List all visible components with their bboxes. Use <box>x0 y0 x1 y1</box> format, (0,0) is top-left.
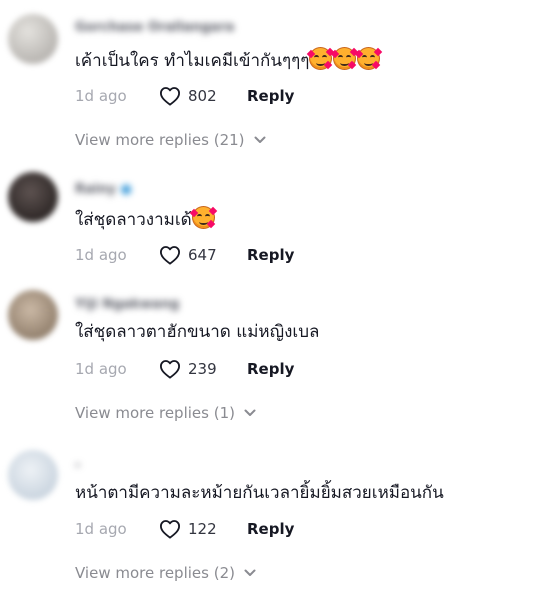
like-count: 122 <box>188 520 217 538</box>
heart-icon <box>160 520 180 539</box>
heart-icon <box>160 87 180 106</box>
comment-text-body: ใส่ชุดลาวงามเด้ <box>75 210 192 230</box>
reply-button[interactable]: Reply <box>247 360 294 378</box>
comment-text: ใส่ชุดลาวตาฮักขนาด แม่หญิงเบล <box>75 321 319 343</box>
avatar[interactable] <box>8 450 58 500</box>
view-more-replies-button[interactable]: View more replies (2) <box>75 564 256 582</box>
chevron-down-icon <box>244 409 256 416</box>
droplet-icon: ● <box>120 182 132 197</box>
view-more-replies-label: View more replies (1) <box>75 404 235 422</box>
like-button[interactable]: 239 <box>159 359 247 379</box>
avatar[interactable] <box>8 14 58 64</box>
chevron-down-icon <box>244 569 256 576</box>
comment-username[interactable]: Rainy ● <box>75 182 132 197</box>
chevron-down-icon <box>254 136 266 143</box>
like-count: 239 <box>188 360 217 378</box>
reply-button[interactable]: Reply <box>247 520 294 538</box>
view-more-replies-label: View more replies (2) <box>75 564 235 582</box>
view-more-replies-button[interactable]: View more replies (1) <box>75 404 256 422</box>
comment-timestamp: 1d ago <box>75 360 127 378</box>
view-more-replies-label: View more replies (21) <box>75 131 245 149</box>
like-count: 802 <box>188 87 217 105</box>
smiling-face-with-hearts-icon <box>189 206 217 229</box>
comment-meta: 1d ago 647 Reply <box>75 244 294 266</box>
comment-timestamp: 1d ago <box>75 246 127 264</box>
comment-timestamp: 1d ago <box>75 520 127 538</box>
like-button[interactable]: 647 <box>159 245 247 265</box>
smiling-face-with-hearts-icon <box>331 47 359 70</box>
reply-button[interactable]: Reply <box>247 246 294 264</box>
heart-icon <box>160 360 180 379</box>
comment-text: เค้าเป็นใคร ทำไมเคมีเข้ากันๆๆๆ <box>75 47 383 72</box>
comment-username[interactable]: Gorchase Orallangara <box>75 20 234 35</box>
comment-text-body: ใส่ชุดลาวตาฮักขนาด แม่หญิงเบล <box>75 322 320 342</box>
comment-meta: 1d ago 122 Reply <box>75 518 294 540</box>
comment-timestamp: 1d ago <box>75 87 127 105</box>
smiling-face-with-hearts-icon <box>355 47 383 70</box>
comment-text: หน้าตามีความละหม้ายกันเวลายิ้มยิ้มสวยเหม… <box>75 482 444 504</box>
smiling-face-with-hearts-icon <box>307 47 335 70</box>
avatar[interactable] <box>8 290 58 340</box>
comment-text-body: หน้าตามีความละหม้ายกันเวลายิ้มยิ้มสวยเหม… <box>75 483 444 503</box>
comment-meta: 1d ago 239 Reply <box>75 358 294 380</box>
heart-icon <box>160 246 180 265</box>
avatar[interactable] <box>8 172 58 222</box>
comment-text: ใส่ชุดลาวงามเด้ <box>75 206 217 231</box>
comment-username[interactable]: Yiji Ngakwang <box>75 297 179 312</box>
reply-button[interactable]: Reply <box>247 87 294 105</box>
like-count: 647 <box>188 246 217 264</box>
like-button[interactable]: 122 <box>159 519 247 539</box>
comment-text-body: เค้าเป็นใคร ทำไมเคมีเข้ากันๆๆๆ <box>75 51 310 71</box>
comment-username[interactable]: - <box>75 458 80 473</box>
view-more-replies-button[interactable]: View more replies (21) <box>75 131 266 149</box>
comment-username-text: Rainy <box>75 182 116 197</box>
like-button[interactable]: 802 <box>159 86 247 106</box>
comment-meta: 1d ago 802 Reply <box>75 85 294 107</box>
